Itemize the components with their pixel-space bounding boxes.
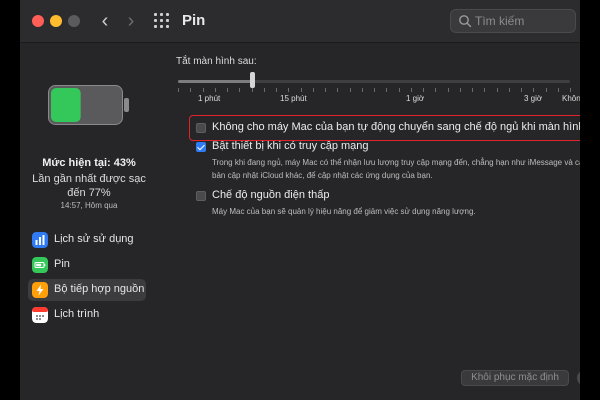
tick-label: 3 giờ (524, 94, 543, 103)
show-all-grid-icon[interactable] (154, 13, 170, 29)
slider-tick (361, 88, 363, 92)
help-button[interactable]: ? (577, 370, 580, 386)
slider-tick (484, 88, 486, 92)
display-sleep-slider[interactable] (178, 72, 571, 92)
slider-tick (386, 88, 388, 92)
sidebar-item-label: Bộ tiếp hợp nguồn (54, 283, 145, 295)
battery-icon (32, 257, 48, 273)
last-charge-time: 14:57, Hôm qua (60, 201, 118, 210)
prevent-sleep-checkbox[interactable] (196, 123, 206, 133)
search-field[interactable] (450, 9, 576, 33)
slider-tick (447, 88, 449, 92)
sidebar-item-battery[interactable]: Pin (28, 254, 146, 276)
tick-label: Không (562, 94, 580, 103)
zoom-window-button[interactable] (68, 15, 80, 27)
slider-tick (410, 88, 412, 92)
wake-network-label: Bật thiết bị khi có truy cập mạng (212, 140, 369, 152)
slider-tick (325, 88, 326, 92)
bolt-icon (32, 282, 48, 298)
slider-tick (472, 88, 473, 92)
slider-tick (312, 88, 314, 92)
slider-tick (374, 88, 375, 92)
restore-defaults-button[interactable]: Khôi phục mặc định (461, 370, 569, 386)
sidebar-item-label: Pin (54, 258, 70, 270)
low-power-description: Máy Mac của bạn sẽ quản lý hiệu năng để … (212, 207, 476, 216)
slider-tick (337, 88, 339, 92)
slider-tick (496, 88, 498, 92)
slider-tick (251, 88, 253, 92)
wake-network-checkbox[interactable] (196, 142, 206, 152)
slider-tick (459, 88, 461, 92)
slider-tick (190, 88, 192, 92)
sidebar-item-label: Lịch trình (54, 308, 100, 320)
slider-tick (288, 88, 290, 92)
title-bar: ‹ › Pin (20, 0, 580, 43)
low-power-label: Chế độ nguồn điện thấp (212, 189, 330, 201)
calendar-icon (32, 307, 48, 323)
search-input[interactable] (475, 12, 571, 30)
slider-tick (214, 88, 216, 92)
display-sleep-label: Tắt màn hình sau: (176, 56, 257, 67)
sidebar-item-label: Lịch sử sử dụng (54, 233, 134, 245)
slider-tick (570, 88, 571, 92)
slider-tick (202, 88, 204, 92)
tick-label: 1 giờ (406, 94, 425, 103)
slider-tick (533, 88, 535, 92)
tick-label: 1 phút (198, 94, 221, 103)
sidebar-item-schedule[interactable]: Lịch trình (28, 304, 146, 326)
battery-level-icon (48, 85, 129, 125)
preferences-window: ‹ › Pin Mức hiện tại: 43% Lần gần nhất đ… (20, 0, 580, 400)
slider-tick (300, 88, 302, 92)
slider-tick (435, 88, 437, 92)
main-pane: Tắt màn hình sau: 1 phút 15 phút 1 giờ 3… (158, 43, 580, 400)
slider-tick (276, 88, 277, 92)
current-level-text: Mức hiện tại: 43% (42, 157, 136, 169)
sidebar-item-usage-history[interactable]: Lịch sử sử dụng (28, 229, 146, 251)
slider-tick (545, 88, 547, 92)
slider-tick (423, 88, 424, 92)
slider-knob[interactable] (250, 72, 256, 88)
window-title: Pin (182, 12, 206, 29)
low-power-checkbox[interactable] (196, 191, 206, 201)
slider-tick (398, 88, 400, 92)
bar-chart-icon (32, 232, 48, 248)
slider-fill (178, 80, 253, 83)
last-charge-text: Lần gần nhất được sạc đến 77% (32, 173, 146, 199)
back-chevron-icon[interactable]: ‹ (96, 10, 114, 32)
slider-tick (239, 88, 241, 92)
slider-tick (521, 88, 522, 92)
slider-tick (178, 88, 179, 92)
minimize-window-button[interactable] (50, 15, 62, 27)
forward-chevron-icon[interactable]: › (122, 10, 140, 32)
slider-tick (263, 88, 265, 92)
search-icon (459, 15, 472, 28)
slider-tick (557, 88, 559, 92)
tick-label: 15 phút (280, 94, 307, 103)
sidebar: Mức hiện tại: 43% Lần gần nhất được sạc … (20, 43, 158, 400)
prevent-sleep-label: Không cho máy Mac của bạn tự động chuyển… (212, 121, 580, 133)
slider-tick (227, 88, 228, 92)
close-window-button[interactable] (32, 15, 44, 27)
slider-tick (508, 88, 510, 92)
sidebar-item-power-adapter[interactable]: Bộ tiếp hợp nguồn (28, 279, 146, 301)
slider-tick (349, 88, 351, 92)
wake-network-description: Trong khi đang ngủ, máy Mac có thể nhận … (212, 158, 580, 180)
